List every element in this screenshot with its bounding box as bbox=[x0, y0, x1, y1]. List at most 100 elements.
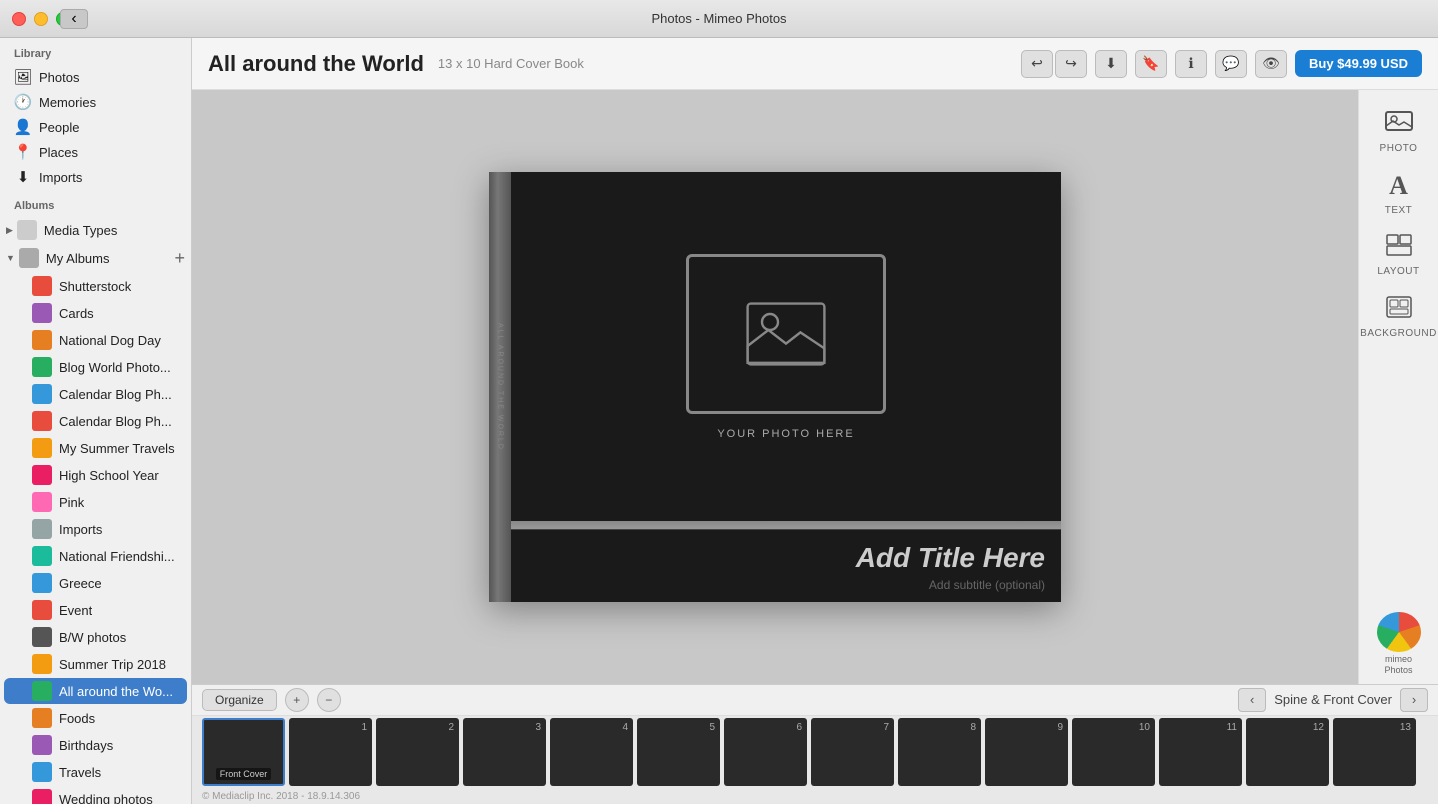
sidebar-album-item-wedding-photos[interactable]: Wedding photos bbox=[4, 786, 187, 804]
right-panel-text[interactable]: A TEXT bbox=[1367, 164, 1431, 222]
panel-layout-icon bbox=[1386, 234, 1412, 262]
sidebar-album-item-national-dog-day[interactable]: National Dog Day bbox=[4, 327, 187, 353]
sidebar-album-item-my-summer-travels[interactable]: My Summer Travels bbox=[4, 435, 187, 461]
sidebar-album-item-birthdays[interactable]: Birthdays bbox=[4, 732, 187, 758]
album-label-national-friendship: National Friendshi... bbox=[59, 549, 175, 564]
media-types-chevron: ▶ bbox=[6, 225, 13, 236]
book-title-area[interactable]: Add Title Here Add subtitle (optional) bbox=[511, 529, 1061, 602]
filmstrip-page-num-p5: 5 bbox=[709, 722, 715, 733]
sidebar-album-item-shutterstock[interactable]: Shutterstock bbox=[4, 273, 187, 299]
title-bar: ‹ Photos - Mimeo Photos bbox=[0, 0, 1438, 38]
photo-area[interactable]: YOUR PHOTO HERE bbox=[511, 172, 1061, 521]
right-panel-background[interactable]: BACKGROUND bbox=[1367, 288, 1431, 346]
filmstrip: Front Cover12345678910111213 bbox=[192, 716, 1438, 789]
filmstrip-item-p1[interactable]: 1 bbox=[289, 718, 372, 786]
filmstrip-item-p10[interactable]: 10 bbox=[1072, 718, 1155, 786]
sidebar-album-item-blog-world-photo[interactable]: Blog World Photo... bbox=[4, 354, 187, 380]
back-button[interactable]: ‹ bbox=[60, 9, 88, 29]
panel-photo-label: PHOTO bbox=[1380, 143, 1418, 154]
filmstrip-item-p12[interactable]: 12 bbox=[1246, 718, 1329, 786]
photos-label: Photos bbox=[39, 70, 79, 85]
sidebar-album-item-cards[interactable]: Cards bbox=[4, 300, 187, 326]
zoom-in-button[interactable]: + bbox=[285, 688, 309, 712]
media-types-header[interactable]: ▶ Media Types bbox=[0, 216, 191, 244]
filmstrip-page-num-p7: 7 bbox=[883, 722, 889, 733]
download-button[interactable]: ⬇ bbox=[1095, 50, 1127, 78]
redo-button[interactable]: ↪ bbox=[1055, 50, 1087, 78]
sidebar-item-places[interactable]: 📍 Places bbox=[4, 140, 187, 164]
bookmark-button[interactable]: 🔖 bbox=[1135, 50, 1167, 78]
panel-text-icon: A bbox=[1389, 171, 1408, 201]
album-label-blog-world-photo: Blog World Photo... bbox=[59, 360, 171, 375]
album-label-greece: Greece bbox=[59, 576, 102, 591]
album-list: Shutterstock Cards National Dog Day Blog Wo… bbox=[0, 273, 191, 804]
album-thumb-wedding-photos bbox=[32, 789, 52, 804]
sidebar-album-item-travels[interactable]: Travels bbox=[4, 759, 187, 785]
sidebar-item-memories[interactable]: 🕐 Memories bbox=[4, 90, 187, 114]
panel-background-icon bbox=[1386, 296, 1412, 324]
comment-button[interactable]: 💬 bbox=[1215, 50, 1247, 78]
sidebar-item-people[interactable]: 👤 People bbox=[4, 115, 187, 139]
sidebar-album-item-pink[interactable]: Pink bbox=[4, 489, 187, 515]
bottom-section: Organize + − ‹ Spine & Front Cover › Fro… bbox=[192, 684, 1438, 804]
close-button[interactable] bbox=[12, 12, 26, 26]
info-button[interactable]: ℹ bbox=[1175, 50, 1207, 78]
panel-background-label: BACKGROUND bbox=[1360, 328, 1437, 339]
sidebar-album-item-high-school-year[interactable]: High School Year bbox=[4, 462, 187, 488]
panel-text-label: TEXT bbox=[1385, 205, 1413, 216]
filmstrip-item-p9[interactable]: 9 bbox=[985, 718, 1068, 786]
add-album-button[interactable]: + bbox=[174, 249, 185, 267]
filmstrip-item-p7[interactable]: 7 bbox=[811, 718, 894, 786]
filmstrip-item-p4[interactable]: 4 bbox=[550, 718, 633, 786]
sidebar-album-item-imports[interactable]: Imports bbox=[4, 516, 187, 542]
filmstrip-item-p2[interactable]: 2 bbox=[376, 718, 459, 786]
sidebar: Library 🖼 Photos 🕐 Memories 👤 People 📍 P… bbox=[0, 38, 192, 804]
filmstrip-item-p13[interactable]: 13 bbox=[1333, 718, 1416, 786]
prev-icon: ‹ bbox=[1250, 692, 1254, 707]
album-label-event: Event bbox=[59, 603, 92, 618]
filmstrip-item-p8[interactable]: 8 bbox=[898, 718, 981, 786]
filmstrip-item-front-cover[interactable]: Front Cover bbox=[202, 718, 285, 786]
filmstrip-item-p3[interactable]: 3 bbox=[463, 718, 546, 786]
bookmark-icon: 🔖 bbox=[1142, 55, 1159, 72]
preview-button[interactable]: 👁 bbox=[1255, 50, 1287, 78]
undo-button[interactable]: ↩ bbox=[1021, 50, 1053, 78]
sidebar-album-item-bw-photos[interactable]: B/W photos bbox=[4, 624, 187, 650]
sidebar-album-item-greece[interactable]: Greece bbox=[4, 570, 187, 596]
right-panel-layout[interactable]: LAYOUT bbox=[1367, 226, 1431, 284]
book-spec: 13 x 10 Hard Cover Book bbox=[438, 56, 584, 71]
album-label-cards: Cards bbox=[59, 306, 94, 321]
album-label-shutterstock: Shutterstock bbox=[59, 279, 131, 294]
book-cover-subtitle[interactable]: Add subtitle (optional) bbox=[527, 578, 1045, 592]
album-label-bw-photos: B/W photos bbox=[59, 630, 126, 645]
sidebar-album-item-all-around-world[interactable]: All around the Wo... bbox=[4, 678, 187, 704]
sidebar-album-item-calendar-blog-ph1[interactable]: Calendar Blog Ph... bbox=[4, 381, 187, 407]
book-cover-title[interactable]: Add Title Here bbox=[527, 542, 1045, 574]
sidebar-album-item-event[interactable]: Event bbox=[4, 597, 187, 623]
sidebar-album-item-summer-trip-2018[interactable]: Summer Trip 2018 bbox=[4, 651, 187, 677]
photo-placeholder-icon bbox=[746, 294, 826, 374]
media-types-icon bbox=[17, 220, 37, 240]
minimize-button[interactable] bbox=[34, 12, 48, 26]
photo-placeholder[interactable] bbox=[686, 254, 886, 414]
app-body: Library 🖼 Photos 🕐 Memories 👤 People 📍 P… bbox=[0, 38, 1438, 804]
filmstrip-item-p5[interactable]: 5 bbox=[637, 718, 720, 786]
album-thumb-calendar-blog-ph2 bbox=[32, 411, 52, 431]
content-header: All around the World 13 x 10 Hard Cover … bbox=[192, 38, 1438, 90]
my-albums-label: My Albums bbox=[46, 251, 110, 266]
album-thumb-greece bbox=[32, 573, 52, 593]
buy-button[interactable]: Buy $49.99 USD bbox=[1295, 50, 1422, 77]
right-panel-photo[interactable]: PHOTO bbox=[1367, 102, 1431, 160]
sidebar-album-item-foods[interactable]: Foods bbox=[4, 705, 187, 731]
filmstrip-item-p11[interactable]: 11 bbox=[1159, 718, 1242, 786]
prev-page-button[interactable]: ‹ bbox=[1238, 688, 1266, 712]
sidebar-album-item-national-friendship[interactable]: National Friendshi... bbox=[4, 543, 187, 569]
filmstrip-item-p6[interactable]: 6 bbox=[724, 718, 807, 786]
my-albums-header[interactable]: ▼ My Albums + bbox=[0, 244, 191, 272]
sidebar-item-imports[interactable]: ⬇ Imports bbox=[4, 165, 187, 189]
organize-button[interactable]: Organize bbox=[202, 689, 277, 711]
sidebar-album-item-calendar-blog-ph2[interactable]: Calendar Blog Ph... bbox=[4, 408, 187, 434]
zoom-out-button[interactable]: − bbox=[317, 688, 341, 712]
sidebar-item-photos[interactable]: 🖼 Photos bbox=[4, 65, 187, 89]
next-page-button[interactable]: › bbox=[1400, 688, 1428, 712]
